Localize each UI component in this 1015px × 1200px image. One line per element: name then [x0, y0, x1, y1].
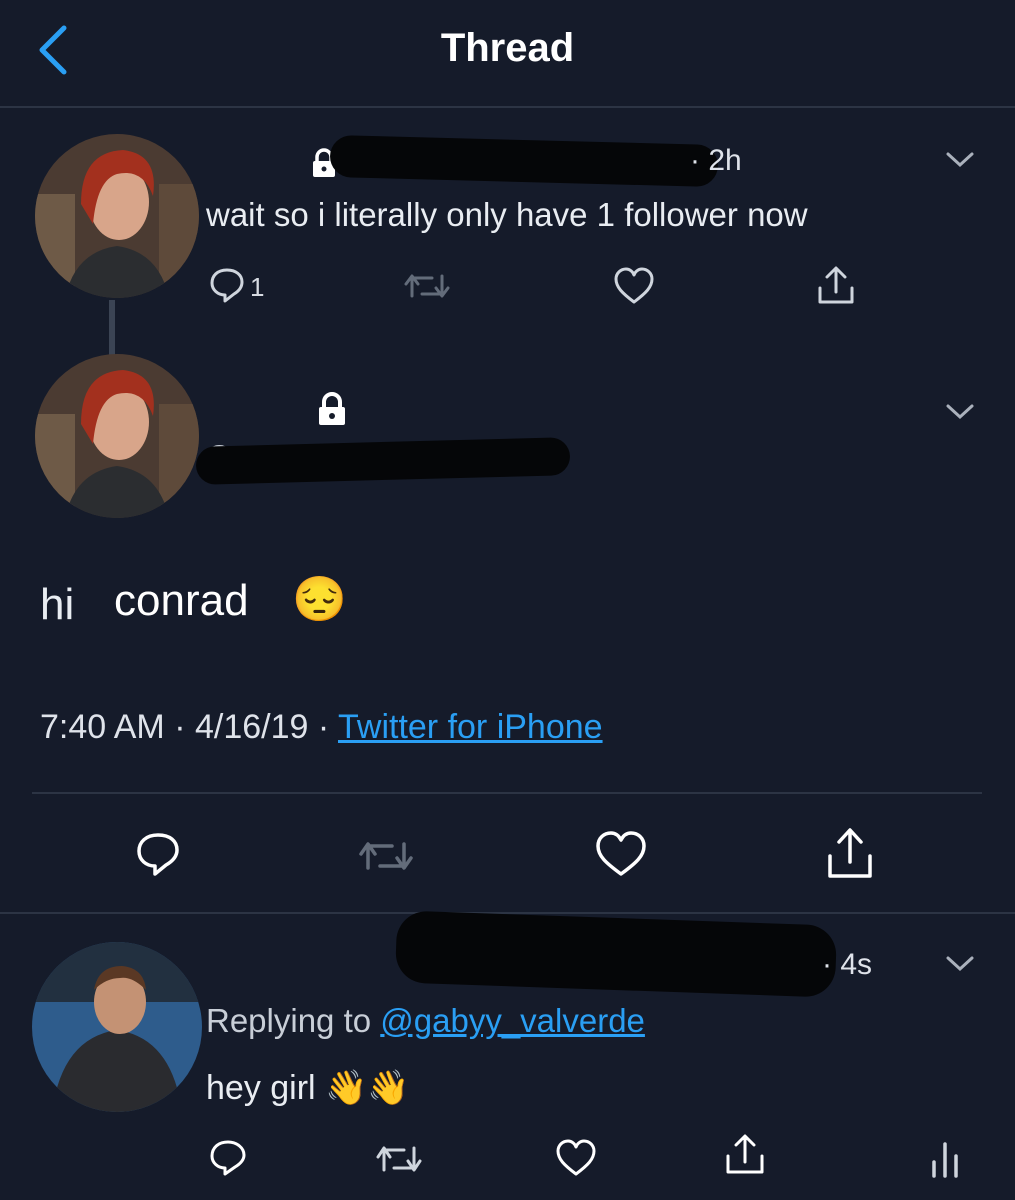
analytics-icon[interactable] [930, 1140, 960, 1178]
thread-connector-line [109, 300, 115, 356]
timestamp-text: 7:40 AM · 4/16/19 · [40, 708, 338, 746]
chevron-down-icon[interactable] [944, 402, 976, 422]
tweet-text-body: hey girl [206, 1069, 316, 1107]
reply-icon[interactable] [134, 830, 182, 878]
like-heart-icon[interactable] [594, 830, 648, 878]
replying-handle-link[interactable]: @gabyy_valverde [380, 1002, 645, 1039]
reply-icon[interactable] [208, 1138, 248, 1178]
redacted-username [195, 437, 571, 485]
like-heart-icon[interactable] [612, 266, 656, 306]
chevron-down-icon[interactable] [944, 150, 976, 170]
stats-divider [32, 792, 982, 794]
page-title: Thread [440, 26, 575, 70]
avatar[interactable] [35, 134, 199, 298]
like-heart-icon[interactable] [554, 1138, 598, 1178]
tweet-text-name: conrad [114, 576, 249, 625]
waving-hands-emoji: 👋👋 [325, 1069, 410, 1107]
tweet-time: · 4s [822, 948, 873, 981]
retweet-icon[interactable] [402, 270, 452, 302]
retweet-icon[interactable] [356, 836, 416, 876]
redacted-username [394, 910, 838, 998]
tweet-text: wait so i literally only have 1 follower… [206, 196, 808, 233]
tweet-source-link[interactable]: Twitter for iPhone [338, 708, 603, 746]
avatar[interactable] [35, 354, 199, 518]
chevron-down-icon[interactable] [944, 954, 976, 974]
replying-prefix: Replying to [206, 1002, 381, 1039]
redacted-username [329, 134, 719, 188]
replying-to: Replying to @gabyy_valverde [206, 1002, 645, 1040]
share-icon[interactable] [722, 1132, 768, 1178]
tweet-text-hi: hi [40, 580, 75, 629]
avatar[interactable] [32, 942, 202, 1112]
tweet-text: hey girl 👋👋 [206, 1068, 410, 1108]
tweet-time: · 2h [690, 144, 742, 177]
share-icon[interactable] [822, 826, 878, 882]
tweet-timestamp: 7:40 AM · 4/16/19 · Twitter for iPhone [40, 708, 603, 747]
header-divider [0, 106, 1015, 108]
reply-icon[interactable] [208, 266, 246, 304]
lock-icon [316, 392, 348, 426]
pensive-emoji: 😔 [292, 575, 347, 624]
reply-count: 1 [250, 272, 265, 302]
share-icon[interactable] [814, 264, 858, 308]
retweet-icon[interactable] [374, 1142, 424, 1176]
